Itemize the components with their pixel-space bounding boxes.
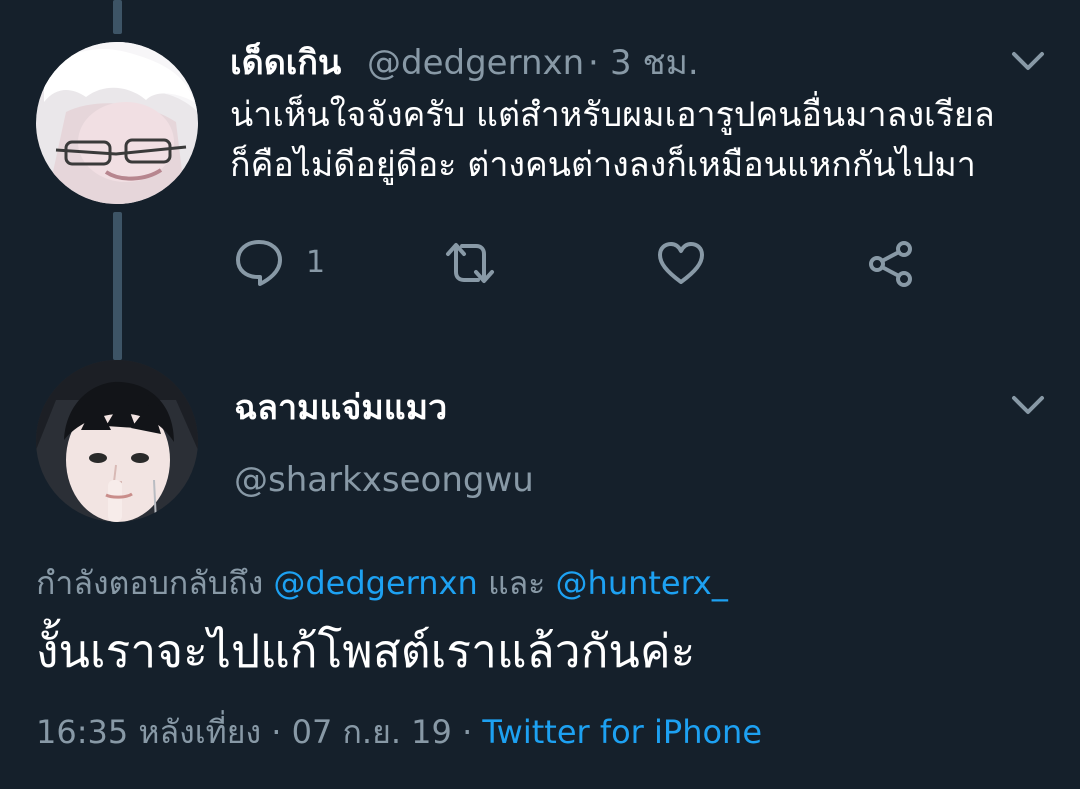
like-button[interactable] [656, 240, 706, 286]
retweet-icon [446, 243, 494, 283]
tweet-source-link[interactable]: Twitter for iPhone [482, 713, 762, 751]
reply-count: 1 [306, 244, 326, 280]
replying-to-joiner: และ [487, 564, 546, 602]
first-tweet-text-line-2: ก็คือไม่ดีอยู่ดีอะ ต่างคนต่างลงก็เหมือนแ… [230, 145, 976, 185]
replying-to-user-1[interactable]: @dedgernxn [273, 564, 477, 602]
first-tweet-handle[interactable]: @dedgernxn [367, 40, 584, 86]
tweet-thread: เด็ดเกิน @dedgernxn · 3 ชม. น่าเห็นใจจัง… [0, 0, 1080, 789]
thread-line-middle [113, 212, 122, 360]
replying-to-user-2[interactable]: @hunterx_ [556, 564, 728, 602]
main-tweet-text: งั้นเราจะไปแก้โพสต์เราแล้วกันค่ะ [36, 624, 696, 678]
main-tweet-handle[interactable]: @sharkxseongwu [234, 456, 534, 504]
share-button[interactable] [866, 240, 916, 288]
first-tweet-menu-button[interactable] [1010, 48, 1046, 74]
heart-icon [658, 242, 704, 284]
reply-button[interactable]: 1 [234, 238, 325, 286]
reply-icon [236, 240, 282, 286]
share-icon [869, 241, 912, 287]
main-tweet-avatar[interactable] [36, 360, 198, 522]
tweet-meta-separator-1: · [271, 713, 282, 751]
first-tweet-avatar[interactable] [36, 42, 198, 204]
main-tweet-menu-button[interactable] [1010, 392, 1046, 418]
first-tweet-text-line-1: น่าเห็นใจจังครับ แต่สำหรับผมเอารูปคนอื่น… [230, 95, 995, 135]
retweet-button[interactable] [442, 240, 498, 286]
avatar-dark-hair-icon [36, 360, 198, 522]
chevron-down-icon [1012, 396, 1044, 414]
first-tweet-separator: · [588, 43, 599, 83]
tweet-date: 07 ก.ย. 19 [291, 713, 452, 751]
tweet-meta-line: 16:35 หลังเที่ยง · 07 ก.ย. 19 · Twitter … [36, 708, 762, 756]
replying-to-line: กำลังตอบกลับถึง @dedgernxn และ @hunterx_ [36, 560, 728, 606]
tweet-time: 16:35 หลังเที่ยง [36, 713, 262, 751]
avatar-white-hair-glasses-icon [36, 42, 198, 204]
first-tweet-display-name[interactable]: เด็ดเกิน [230, 40, 341, 86]
thread-line-top [113, 0, 122, 34]
tweet-meta-separator-2: · [462, 713, 473, 751]
chevron-down-icon [1012, 52, 1044, 70]
first-tweet-time[interactable]: 3 ชม. [610, 40, 699, 86]
replying-to-prefix: กำลังตอบกลับถึง [36, 564, 264, 602]
main-tweet-display-name[interactable]: ฉลามแจ่มแมว [234, 384, 447, 432]
